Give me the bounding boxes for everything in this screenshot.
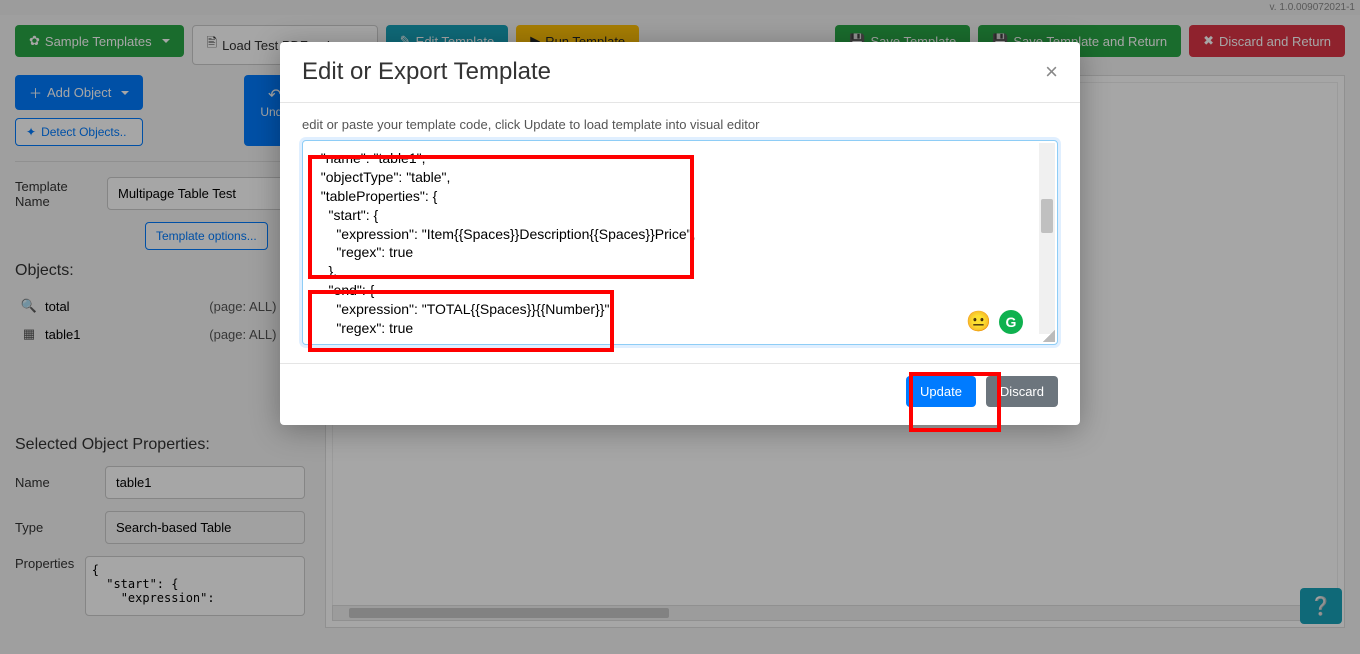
discard-button[interactable]: Discard: [986, 376, 1058, 407]
modal-close-button[interactable]: ×: [1045, 59, 1058, 85]
vertical-scrollbar[interactable]: [1039, 143, 1055, 334]
close-icon: ×: [1045, 59, 1058, 84]
emoji-icon: 😐: [966, 309, 991, 334]
scrollbar-thumb[interactable]: [1041, 199, 1053, 233]
resize-handle[interactable]: [1043, 330, 1055, 342]
template-code-textarea[interactable]: [303, 141, 1057, 341]
grammarly-icon[interactable]: G: [999, 310, 1023, 334]
edit-template-modal: Edit or Export Template × edit or paste …: [280, 42, 1080, 425]
modal-title: Edit or Export Template: [302, 58, 1045, 86]
modal-hint-text: edit or paste your template code, click …: [302, 117, 1058, 132]
update-button[interactable]: Update: [906, 376, 976, 407]
